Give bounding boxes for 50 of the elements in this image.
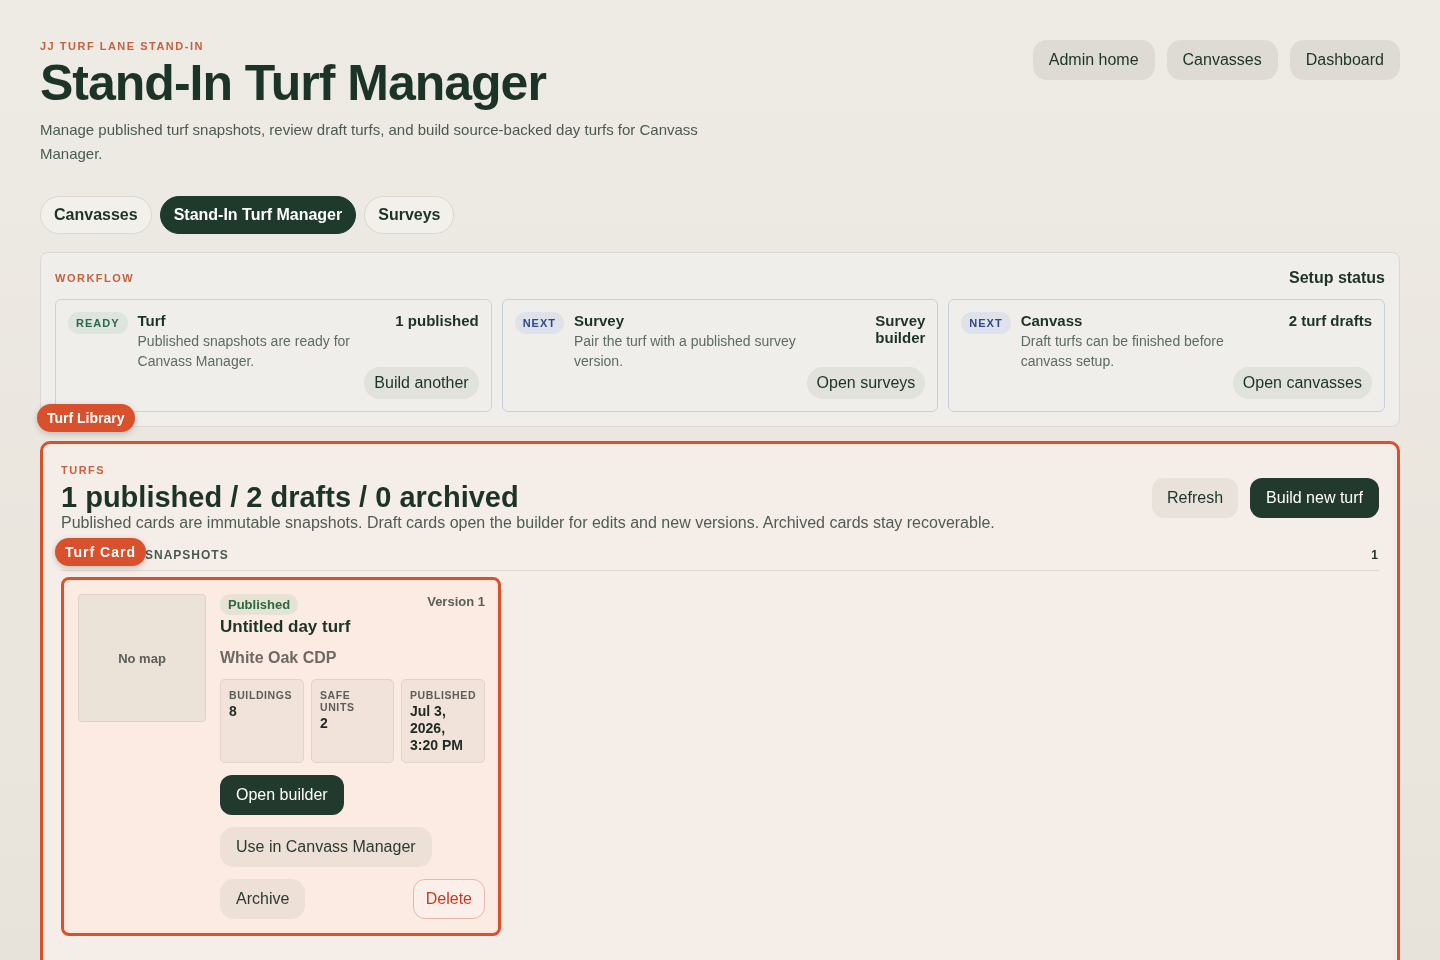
step-summary: 2 turf drafts [1288, 312, 1372, 331]
section-eyebrow: TURFS [61, 464, 107, 476]
library-action-button[interactable]: Build new turf [1250, 478, 1379, 518]
turf-place: White Oak CDP [220, 649, 338, 667]
step-status-badge: READY [68, 312, 128, 334]
step-title: Turf [137, 312, 167, 329]
nav-button[interactable]: Dashboard [1289, 40, 1400, 80]
section-label: SNAPSHOTS [145, 548, 229, 562]
archive-button[interactable]: Archive [220, 879, 306, 919]
step-title: Canvass [1020, 312, 1084, 329]
section-count: 1 [1371, 548, 1379, 562]
step-action-button[interactable]: Build another [364, 367, 479, 399]
tab[interactable]: Stand-In Turf Manager [159, 196, 357, 234]
status-badge: Published [220, 594, 299, 615]
step-description: Published snapshots are ready for Canvass Manager. [137, 332, 351, 371]
page-title: Stand-In Turf Manager [40, 58, 548, 108]
page-description: Manage published turf snapshots, review draft turfs, and build source-backed day turfs for Canvass Manager. [40, 120, 699, 164]
stat-label: SAFE UNITS [320, 689, 356, 713]
annotation-label: Turf Library [37, 404, 135, 432]
step-description: Pair the turf with a published survey version. [574, 332, 797, 371]
stat-label: PUBLISHED [410, 689, 476, 701]
step-action-button[interactable]: Open canvasses [1232, 367, 1372, 399]
tab[interactable]: Canvasses [40, 196, 152, 234]
nav-button[interactable]: Admin home [1032, 40, 1155, 80]
setup-status-title: Setup status [1289, 269, 1385, 287]
section-eyebrow: WORKFLOW [55, 272, 135, 284]
delete-button[interactable]: Delete [412, 879, 485, 919]
step-status-badge: NEXT [961, 312, 1011, 334]
annotation-label: Turf Card [55, 538, 146, 566]
map-placeholder-text: No map [118, 650, 166, 666]
version-label: Version 1 [427, 594, 485, 611]
library-description: Published cards are immutable snapshots. Draft cards open the builder for edits and new versions. Archived cards stay recoverable. [61, 514, 995, 532]
library-title: 1 published / 2 drafts / 0 archived [61, 480, 520, 514]
step-title: Survey [574, 312, 626, 329]
stat-value: 2 [320, 715, 329, 732]
step-action-button[interactable]: Open surveys [806, 367, 926, 399]
turf-title: Untitled day turf [220, 617, 352, 637]
step-status-badge: NEXT [514, 312, 564, 334]
step-summary: 1 published [395, 312, 479, 331]
tab[interactable]: Surveys [364, 196, 455, 234]
stat-label: BUILDINGS [229, 689, 294, 701]
step-description: Draft turfs can be finished before canvass setup. [1020, 332, 1225, 371]
stat-value: 8 [229, 703, 238, 720]
step-summary: Survey builder [874, 312, 926, 348]
use-in-canvass-button[interactable]: Use in Canvass Manager [220, 827, 432, 867]
library-action-button[interactable]: Refresh [1152, 478, 1239, 518]
stat-value: Jul 3, 2026, 3:20 PM [410, 703, 464, 754]
open-builder-button[interactable]: Open builder [220, 775, 344, 815]
app-eyebrow: JJ TURF LANE STAND-IN [40, 40, 205, 52]
nav-button[interactable]: Canvasses [1166, 40, 1278, 80]
